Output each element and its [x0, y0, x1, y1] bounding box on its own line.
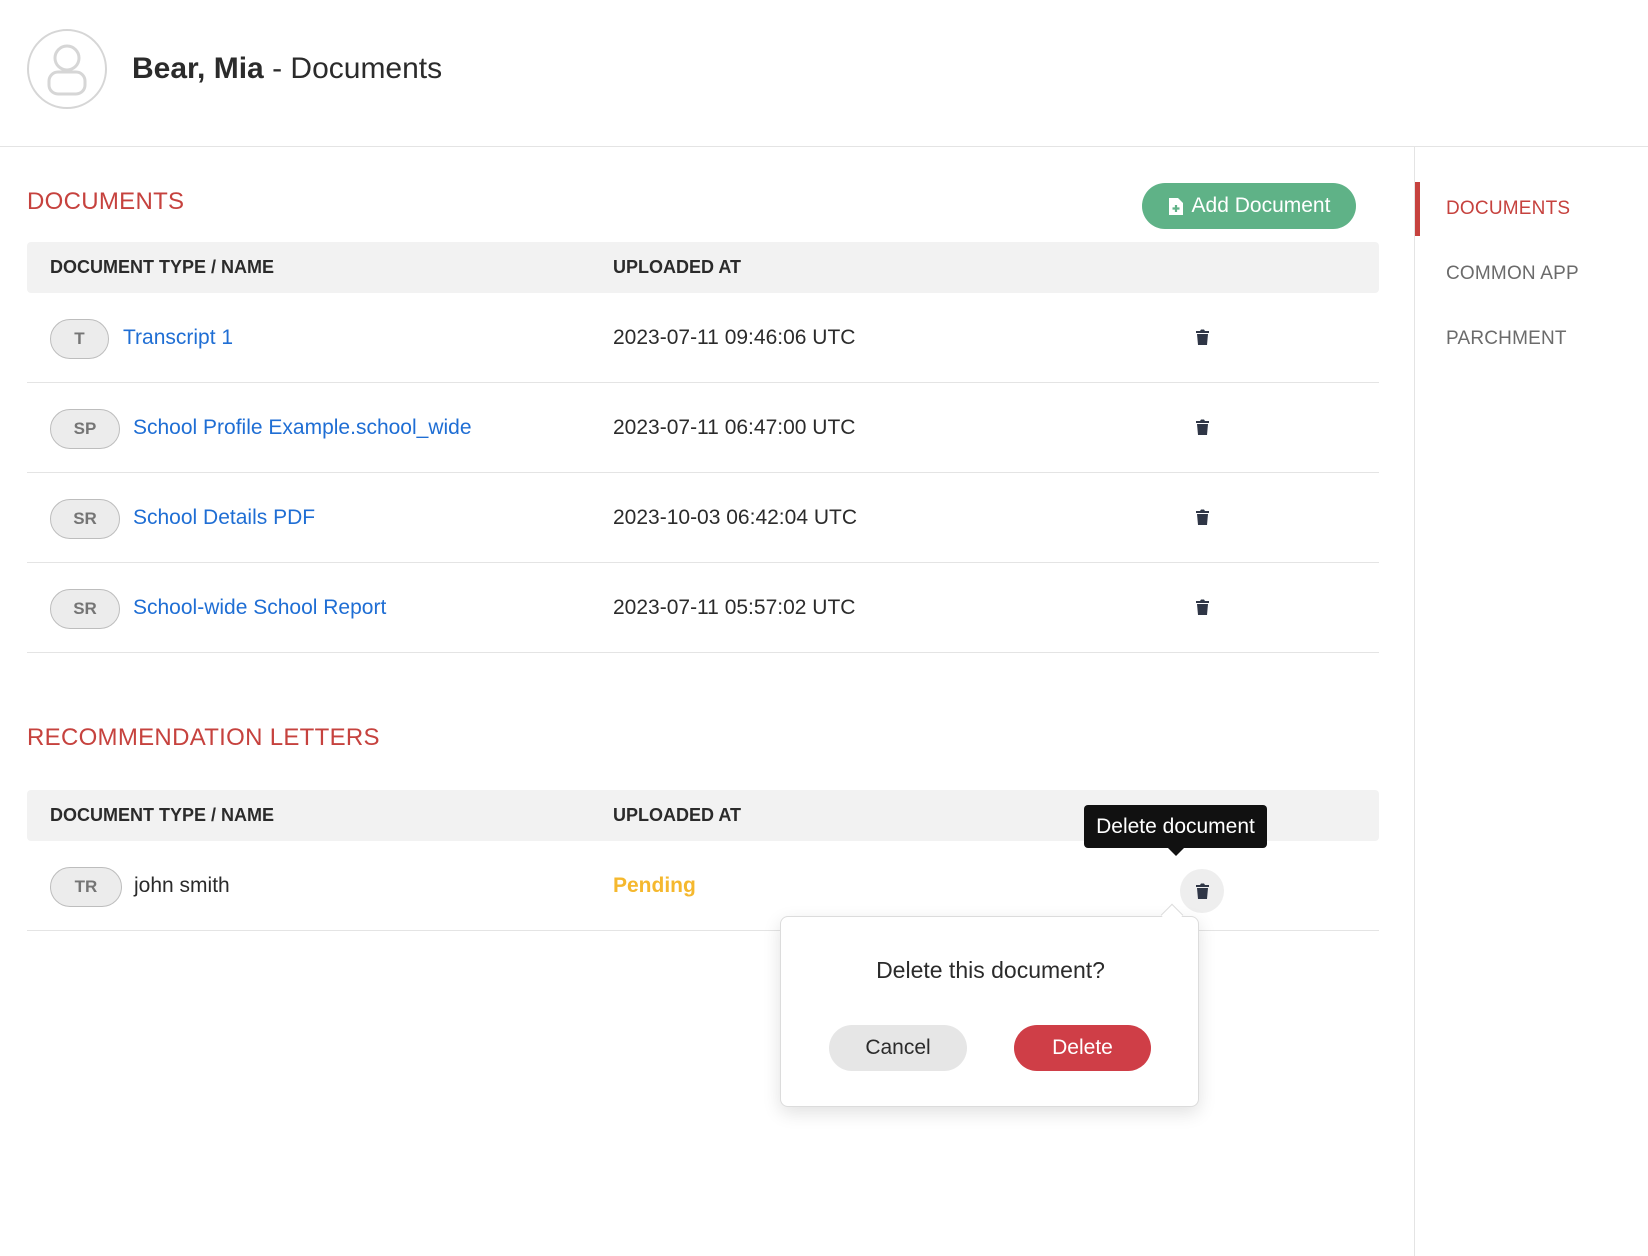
column-header-name: DOCUMENT TYPE / NAME — [50, 805, 275, 825]
page-header: Bear, Mia - Documents — [0, 0, 1648, 147]
delete-document-button[interactable] — [1190, 415, 1214, 439]
table-row: SR School Details PDF 2023-10-03 06:42:0… — [27, 473, 1379, 563]
avatar — [27, 29, 107, 109]
delete-document-button[interactable] — [1190, 505, 1214, 529]
column-header-uploaded: UPLOADED AT — [613, 257, 741, 277]
recommender-name: john smith — [134, 874, 230, 897]
document-link[interactable]: School Profile Example.school_wide — [133, 383, 472, 473]
file-plus-icon — [1168, 197, 1183, 215]
confirm-question: Delete this document? — [876, 957, 1105, 983]
doc-type-badge: SR — [50, 589, 120, 629]
status-badge: Pending — [613, 874, 696, 897]
trash-icon — [1195, 329, 1209, 345]
documents-section-title: DOCUMENTS — [27, 188, 185, 215]
trash-icon — [1195, 883, 1209, 899]
uploaded-at: 2023-07-11 05:57:02 UTC — [613, 596, 856, 619]
document-link[interactable]: Transcript 1 — [123, 293, 233, 383]
delete-tooltip: Delete document — [1084, 805, 1267, 848]
documents-table-header: DOCUMENT TYPE / NAME UPLOADED AT — [27, 242, 1379, 293]
doc-type-badge: SR — [50, 499, 120, 539]
table-row: T Transcript 1 2023-07-11 09:46:06 UTC — [27, 293, 1379, 383]
sidebar-nav: DOCUMENTS COMMON APP PARCHMENT — [1414, 147, 1648, 1256]
page-title: Bear, Mia - Documents — [132, 52, 442, 86]
confirm-delete-button[interactable]: Delete — [1014, 1025, 1151, 1071]
trash-icon — [1195, 419, 1209, 435]
add-document-button[interactable]: Add Document — [1142, 183, 1356, 229]
cancel-button[interactable]: Cancel — [829, 1025, 967, 1071]
user-avatar-icon — [47, 44, 87, 96]
delete-document-button[interactable] — [1180, 869, 1224, 913]
uploaded-at: 2023-07-11 09:46:06 UTC — [613, 326, 856, 349]
add-document-label: Add Document — [1191, 194, 1331, 217]
uploaded-at: 2023-07-11 06:47:00 UTC — [613, 416, 856, 439]
trash-icon — [1195, 599, 1209, 615]
title-separator: - — [263, 52, 291, 85]
column-header-uploaded: UPLOADED AT — [613, 805, 741, 825]
document-link[interactable]: School-wide School Report — [133, 563, 386, 653]
table-row: SP School Profile Example.school_wide 20… — [27, 383, 1379, 473]
recommendations-section-title: RECOMMENDATION LETTERS — [27, 724, 380, 751]
delete-document-button[interactable] — [1190, 325, 1214, 349]
doc-type-badge: T — [50, 319, 109, 359]
delete-confirm-popover: Delete this document? Cancel Delete — [780, 916, 1199, 1107]
trash-icon — [1195, 509, 1209, 525]
column-header-name: DOCUMENT TYPE / NAME — [50, 257, 275, 277]
sidebar-item-documents[interactable]: DOCUMENTS — [1415, 182, 1648, 236]
delete-document-button[interactable] — [1190, 595, 1214, 619]
sidebar-item-parchment[interactable]: PARCHMENT — [1415, 312, 1648, 366]
doc-type-badge: TR — [50, 867, 122, 907]
doc-type-badge: SP — [50, 409, 120, 449]
uploaded-at: 2023-10-03 06:42:04 UTC — [613, 506, 857, 529]
tooltip-arrow — [1168, 848, 1184, 856]
student-name: Bear, Mia — [132, 52, 264, 85]
sidebar-item-common-app[interactable]: COMMON APP — [1415, 247, 1648, 301]
table-row: SR School-wide School Report 2023-07-11 … — [27, 563, 1379, 653]
page-label: Documents — [290, 52, 443, 85]
document-link[interactable]: School Details PDF — [133, 473, 315, 563]
